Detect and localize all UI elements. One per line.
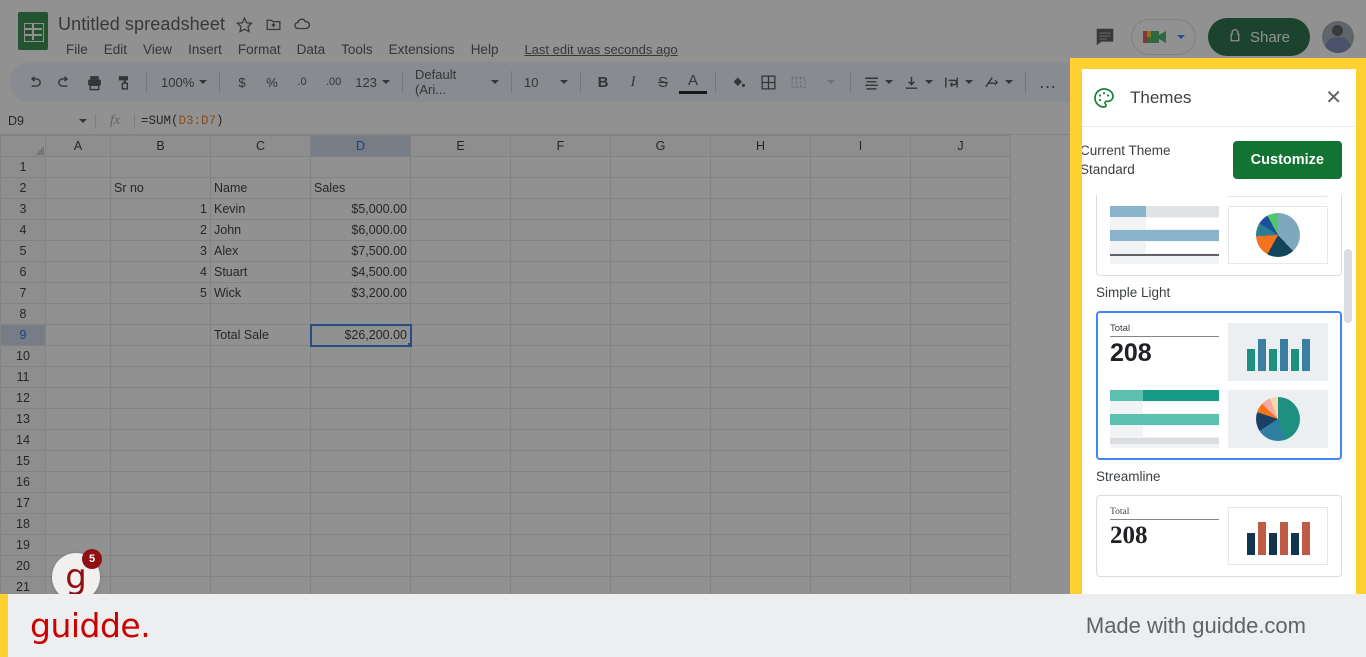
mini-table xyxy=(1110,206,1219,264)
mini-bar xyxy=(1301,522,1310,555)
mini-pie-chart xyxy=(1256,213,1300,257)
theme-card-partial[interactable] xyxy=(1096,195,1342,276)
mini-bar xyxy=(1268,533,1277,555)
palette-icon xyxy=(1092,86,1116,110)
themes-panel-inner: Themes ✕ Current Theme Standard Customiz… xyxy=(1082,69,1356,594)
mini-bar xyxy=(1290,533,1299,555)
mini-bar xyxy=(1290,349,1299,371)
guidde-footer: guidde. Made with guidde.com xyxy=(0,594,1366,657)
mini-bar-chart xyxy=(1228,323,1328,381)
mini-bar xyxy=(1246,533,1255,555)
screen-root: Untitled spreadsheet xyxy=(0,0,1366,657)
customize-button[interactable]: Customize xyxy=(1232,141,1342,179)
mini-bar xyxy=(1257,339,1266,371)
kpi-label: Total xyxy=(1110,507,1219,520)
footer-accent-edge xyxy=(0,594,8,657)
current-theme-label: Current Theme Standard xyxy=(1082,141,1233,179)
mini-bar-chart xyxy=(1228,507,1328,565)
themes-list[interactable]: Simple Light Total 208 Streamline Total … xyxy=(1082,195,1356,594)
guidde-logo: guidde. xyxy=(30,606,151,645)
theme-name-simple-light: Simple Light xyxy=(1096,285,1171,300)
close-icon[interactable]: ✕ xyxy=(1325,88,1342,108)
mini-pie-chart xyxy=(1256,397,1300,441)
mini-pie-wrap xyxy=(1228,390,1328,448)
theme-name-streamline: Streamline xyxy=(1096,469,1161,484)
mini-bar xyxy=(1246,349,1255,371)
mini-bar xyxy=(1257,522,1266,555)
guidde-widget-badge: 5 xyxy=(82,549,102,569)
kpi-label: Total xyxy=(1110,323,1219,337)
current-theme-title: Current Theme xyxy=(1082,143,1171,158)
theme-card-simple-light[interactable]: Total 208 xyxy=(1096,311,1342,460)
kpi-value: 208 xyxy=(1110,339,1152,367)
current-theme-row: Current Theme Standard Customize xyxy=(1082,127,1356,193)
made-with-guidde-label: Made with guidde.com xyxy=(1085,612,1306,638)
mini-table xyxy=(1110,390,1219,448)
themes-panel-title: Themes xyxy=(1130,87,1192,107)
current-theme-name: Standard xyxy=(1082,162,1135,177)
mini-bar xyxy=(1301,339,1310,371)
mini-bar xyxy=(1268,349,1277,371)
theme-card[interactable] xyxy=(1096,195,1342,276)
theme-card-streamline[interactable]: Total 208 xyxy=(1096,495,1342,577)
themes-panel-header: Themes ✕ xyxy=(1082,69,1356,127)
mini-bar xyxy=(1279,522,1288,555)
mini-bar xyxy=(1279,339,1288,371)
themes-panel-scrollbar[interactable] xyxy=(1344,249,1352,323)
themes-panel: Themes ✕ Current Theme Standard Customiz… xyxy=(1070,58,1366,594)
kpi-value: 208 xyxy=(1110,522,1148,549)
